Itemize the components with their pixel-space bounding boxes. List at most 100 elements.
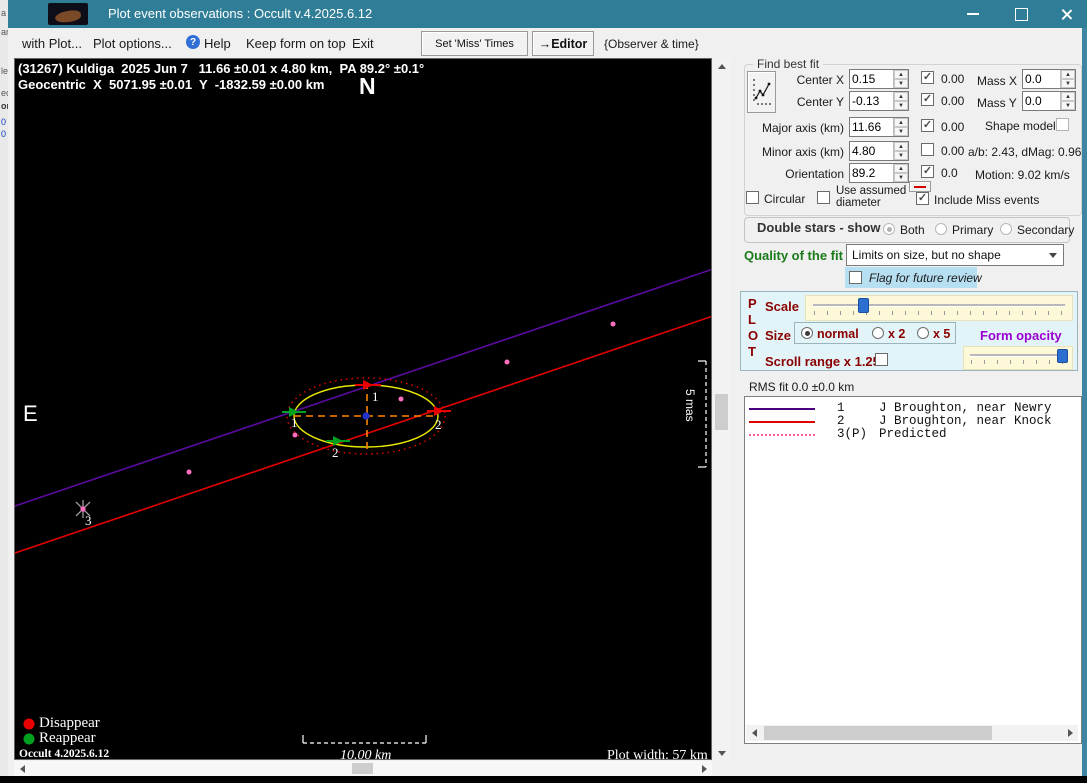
flag-review-label: Flag for future review	[869, 271, 982, 285]
close-icon	[1060, 8, 1073, 21]
list-row-1-name: J Broughton, near Newry	[879, 401, 1052, 415]
orientation-error: 0.0	[941, 166, 958, 180]
center-x-field[interactable]	[849, 69, 909, 89]
menu-help[interactable]: Help	[204, 36, 231, 51]
mass-y-input[interactable]	[1023, 92, 1060, 110]
quality-of-fit-select[interactable]: Limits on size, but no shape	[846, 244, 1064, 266]
major-axis-field[interactable]	[849, 117, 909, 137]
major-axis-spinner[interactable]	[893, 118, 908, 136]
orientation-field[interactable]	[849, 163, 909, 183]
editor-button[interactable]: →Editor	[532, 31, 594, 56]
center-y-spinner[interactable]	[893, 92, 908, 110]
mass-x-spinner[interactable]	[1060, 70, 1075, 88]
scroll-up-arrow[interactable]	[713, 58, 730, 74]
chord1-reappear-label: 1	[291, 415, 298, 431]
scale-slider[interactable]	[805, 295, 1073, 321]
legend-reappear-label: Reappear	[39, 730, 96, 747]
menu-keep-form-on-top[interactable]: Keep form on top	[246, 36, 346, 51]
center-x-spinner[interactable]	[893, 70, 908, 88]
orientation-color-button[interactable]	[909, 181, 931, 192]
flag-review-checkbox[interactable]	[849, 271, 862, 284]
scale-slider-thumb[interactable]	[858, 298, 869, 313]
bg-fragment: a	[1, 8, 6, 18]
use-assumed-diameter-checkbox[interactable]	[817, 191, 830, 204]
maximize-button[interactable]	[1006, 2, 1036, 26]
chord1-line-sample	[749, 408, 815, 410]
major-axis-label: Major axis (km)	[758, 121, 844, 135]
center-y-fit-checkbox[interactable]	[921, 93, 934, 106]
left-arrow-icon	[752, 729, 757, 737]
scroll-range-checkbox[interactable]	[875, 353, 888, 366]
double-stars-primary-label: Primary	[952, 223, 993, 237]
center-x-fit-checkbox[interactable]	[921, 71, 934, 84]
vertical-scroll-thumb[interactable]	[715, 394, 728, 430]
plot-width-label: Plot width: 57 km	[607, 748, 708, 760]
chevron-down-icon	[1049, 253, 1057, 258]
horizontal-scroll-thumb[interactable]	[352, 763, 373, 774]
double-stars-primary-radio[interactable]	[935, 223, 947, 235]
minor-axis-field[interactable]	[849, 141, 909, 161]
find-best-fit-button[interactable]	[747, 71, 776, 113]
list-scroll-right-arrow[interactable]	[1062, 725, 1078, 741]
center-x-error: 0.00	[941, 72, 964, 86]
double-stars-secondary-radio[interactable]	[1000, 223, 1012, 235]
occultation-plot[interactable]: (31267) Kuldiga 2025 Jun 7 11.66 ±0.01 x…	[14, 58, 712, 760]
plot-horizontal-scrollbar[interactable]	[14, 761, 712, 776]
title-bar[interactable]: Plot event observations : Occult v.4.202…	[8, 0, 1087, 28]
circular-checkbox[interactable]	[746, 191, 759, 204]
mass-x-field[interactable]	[1022, 69, 1076, 89]
disappear-marker-2[interactable]	[427, 406, 451, 416]
form-opacity-slider[interactable]	[963, 346, 1073, 370]
center-x-input[interactable]	[850, 70, 893, 88]
set-miss-times-button[interactable]: Set 'Miss' Times	[421, 31, 528, 56]
size-normal-radio[interactable]	[801, 327, 813, 339]
minor-axis-fit-checkbox[interactable]	[921, 143, 934, 156]
menu-with-plot[interactable]: with Plot...	[22, 36, 82, 51]
right-arrow-icon	[1068, 729, 1073, 737]
orientation-spinner[interactable]	[893, 164, 908, 182]
mass-y-spinner[interactable]	[1060, 92, 1075, 110]
list-scroll-thumb[interactable]	[764, 726, 992, 740]
scroll-down-arrow[interactable]	[713, 745, 730, 761]
double-stars-both-radio[interactable]	[883, 223, 895, 235]
include-miss-events-checkbox[interactable]	[916, 192, 929, 205]
observations-list[interactable]: 1 J Broughton, near Newry 2 J Broughton,…	[744, 396, 1082, 744]
close-button[interactable]	[1051, 2, 1081, 26]
up-arrow-icon	[718, 64, 726, 69]
mass-y-label: Mass Y	[977, 96, 1017, 110]
menu-plot-options[interactable]: Plot options...	[93, 36, 172, 51]
list-scroll-left-arrow[interactable]	[746, 725, 762, 741]
mass-y-field[interactable]	[1022, 91, 1076, 111]
list-horizontal-scrollbar[interactable]	[746, 725, 1078, 741]
set-miss-times-label: Set 'Miss' Times	[435, 38, 514, 50]
center-y-field[interactable]	[849, 91, 909, 111]
minor-axis-input[interactable]	[850, 142, 893, 160]
major-axis-input[interactable]	[850, 118, 893, 136]
down-arrow-icon	[718, 751, 726, 756]
menu-bar: with Plot... Plot options... Help Keep f…	[8, 28, 1087, 59]
occultation-plot-canvas[interactable]	[15, 59, 712, 760]
size-x5-radio[interactable]	[917, 327, 929, 339]
km-scale-label: 10.00 km	[340, 748, 391, 760]
size-label: Size	[765, 328, 791, 343]
major-axis-fit-checkbox[interactable]	[921, 119, 934, 132]
minimize-button[interactable]	[958, 2, 988, 26]
form-opacity-slider-thumb[interactable]	[1057, 349, 1068, 363]
plot-vertical-t: T	[748, 344, 756, 359]
shape-model-checkbox[interactable]	[1056, 118, 1069, 131]
orientation-fit-checkbox[interactable]	[921, 165, 934, 178]
mass-x-input[interactable]	[1023, 70, 1060, 88]
size-x2-radio[interactable]	[872, 327, 884, 339]
orientation-input[interactable]	[850, 164, 893, 182]
menu-exit[interactable]: Exit	[352, 36, 374, 51]
legend-disappear-dot	[24, 719, 35, 730]
east-label: E	[23, 401, 38, 427]
double-stars-secondary-label: Secondary	[1017, 223, 1074, 237]
list-row-2-name: J Broughton, near Knock	[879, 414, 1052, 428]
chord-2-line	[15, 316, 712, 553]
scroll-left-arrow[interactable]	[14, 761, 30, 776]
minor-axis-spinner[interactable]	[893, 142, 908, 160]
center-y-input[interactable]	[850, 92, 893, 110]
plot-vertical-scrollbar[interactable]	[713, 58, 730, 761]
scroll-right-arrow[interactable]	[696, 761, 712, 776]
